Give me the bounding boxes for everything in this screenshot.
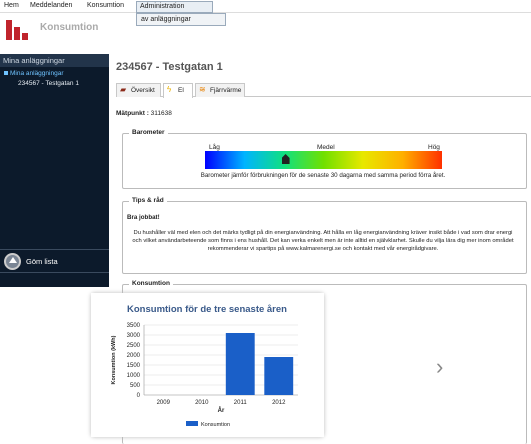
consumption-chart-card: Konsumtion för de tre senaste åren 0 500 10… xyxy=(91,293,324,437)
bar-2012 xyxy=(264,357,294,395)
tab-bar: ▰ Översikt ϟ El ≋ Fjärrvärme xyxy=(116,83,531,98)
barometer-legend: Barometer xyxy=(129,129,168,136)
consumption-legend: Konsumtion xyxy=(129,280,173,287)
tips-legend: Tips & råd xyxy=(129,197,167,204)
barometer-caption: Barometer jämför förbrukningen för de se… xyxy=(200,172,446,179)
x-tick-label: 2011 xyxy=(234,400,248,406)
heat-icon: ≋ xyxy=(199,85,206,94)
y-tick-label: 500 xyxy=(130,383,141,389)
sidebar-item-root[interactable]: Mina anläggningar xyxy=(4,70,63,77)
overview-icon: ▰ xyxy=(120,85,127,94)
sidebar-item-facility[interactable]: 234567 - Testgatan 1 xyxy=(18,80,79,87)
y-tick-label: 1000 xyxy=(127,373,141,379)
y-tick-label: 3000 xyxy=(127,333,141,339)
barometer-panel: Barometer Låg Medel Hög Barometer jämför… xyxy=(122,129,527,189)
legend-label: Konsumtion xyxy=(201,422,230,428)
collapse-list-label: Göm lista xyxy=(26,257,58,266)
sidebar: Mina anläggningar Mina anläggningar 2345… xyxy=(0,54,109,287)
lightning-icon: ϟ xyxy=(167,85,172,94)
page-title: 234567 - Testgatan 1 xyxy=(116,61,223,73)
brand-logo xyxy=(4,18,32,40)
barometer-mid-label: Medel xyxy=(317,144,335,151)
tab-district-heating-label: Fjärrvärme xyxy=(210,87,242,94)
metering-point: Mätpunkt : 311638 xyxy=(116,110,172,117)
tips-title: Bra jobbat! xyxy=(127,214,160,221)
tab-el-label: El xyxy=(178,87,184,94)
x-axis-label: År xyxy=(218,407,225,414)
menu-item-home[interactable]: Hem xyxy=(4,2,19,9)
bar-2011 xyxy=(225,333,255,395)
tips-text: Du hushåller väl med elen och det märks … xyxy=(132,230,514,252)
tab-overview[interactable]: ▰ Översikt xyxy=(116,83,161,97)
collapse-list-button[interactable]: Göm lista xyxy=(0,249,109,273)
sidebar-item-root-label: Mina anläggningar xyxy=(10,70,64,77)
barometer-low-label: Låg xyxy=(209,144,220,151)
y-tick-label: 1500 xyxy=(127,363,141,369)
metering-point-value: 311638 xyxy=(150,110,172,117)
legend-swatch xyxy=(186,421,198,426)
x-tick-label: 2010 xyxy=(195,400,209,406)
tab-el[interactable]: ϟ El xyxy=(163,83,193,98)
arrow-up-icon xyxy=(4,253,21,270)
tab-overview-label: Översikt xyxy=(131,87,155,94)
brand-name: Konsumtion xyxy=(40,22,99,33)
x-tick-label: 2012 xyxy=(272,400,286,406)
y-tick-label: 2500 xyxy=(127,343,141,349)
tree-node-icon xyxy=(4,71,8,76)
menu-item-messages[interactable]: Meddelanden xyxy=(30,2,72,9)
consumption-chart: Konsumtion för de tre senaste åren050010… xyxy=(91,293,324,437)
tab-district-heating[interactable]: ≋ Fjärrvärme xyxy=(195,83,245,97)
chart-next-arrow[interactable]: › xyxy=(436,354,443,380)
sidebar-header: Mina anläggningar xyxy=(0,54,109,67)
chart-title: Konsumtion för de tre senaste åren xyxy=(127,304,287,315)
y-tick-label: 3500 xyxy=(127,323,141,329)
y-tick-label: 2000 xyxy=(127,353,141,359)
barometer-gradient xyxy=(205,151,442,169)
metering-point-label: Mätpunkt : xyxy=(116,110,149,117)
barometer-high-label: Hög xyxy=(428,144,440,151)
tips-panel: Tips & råd Bra jobbat! Du hushåller väl … xyxy=(122,197,527,274)
y-axis-label: Konsumtion (kWh) xyxy=(111,335,117,384)
x-tick-label: 2009 xyxy=(157,400,171,406)
